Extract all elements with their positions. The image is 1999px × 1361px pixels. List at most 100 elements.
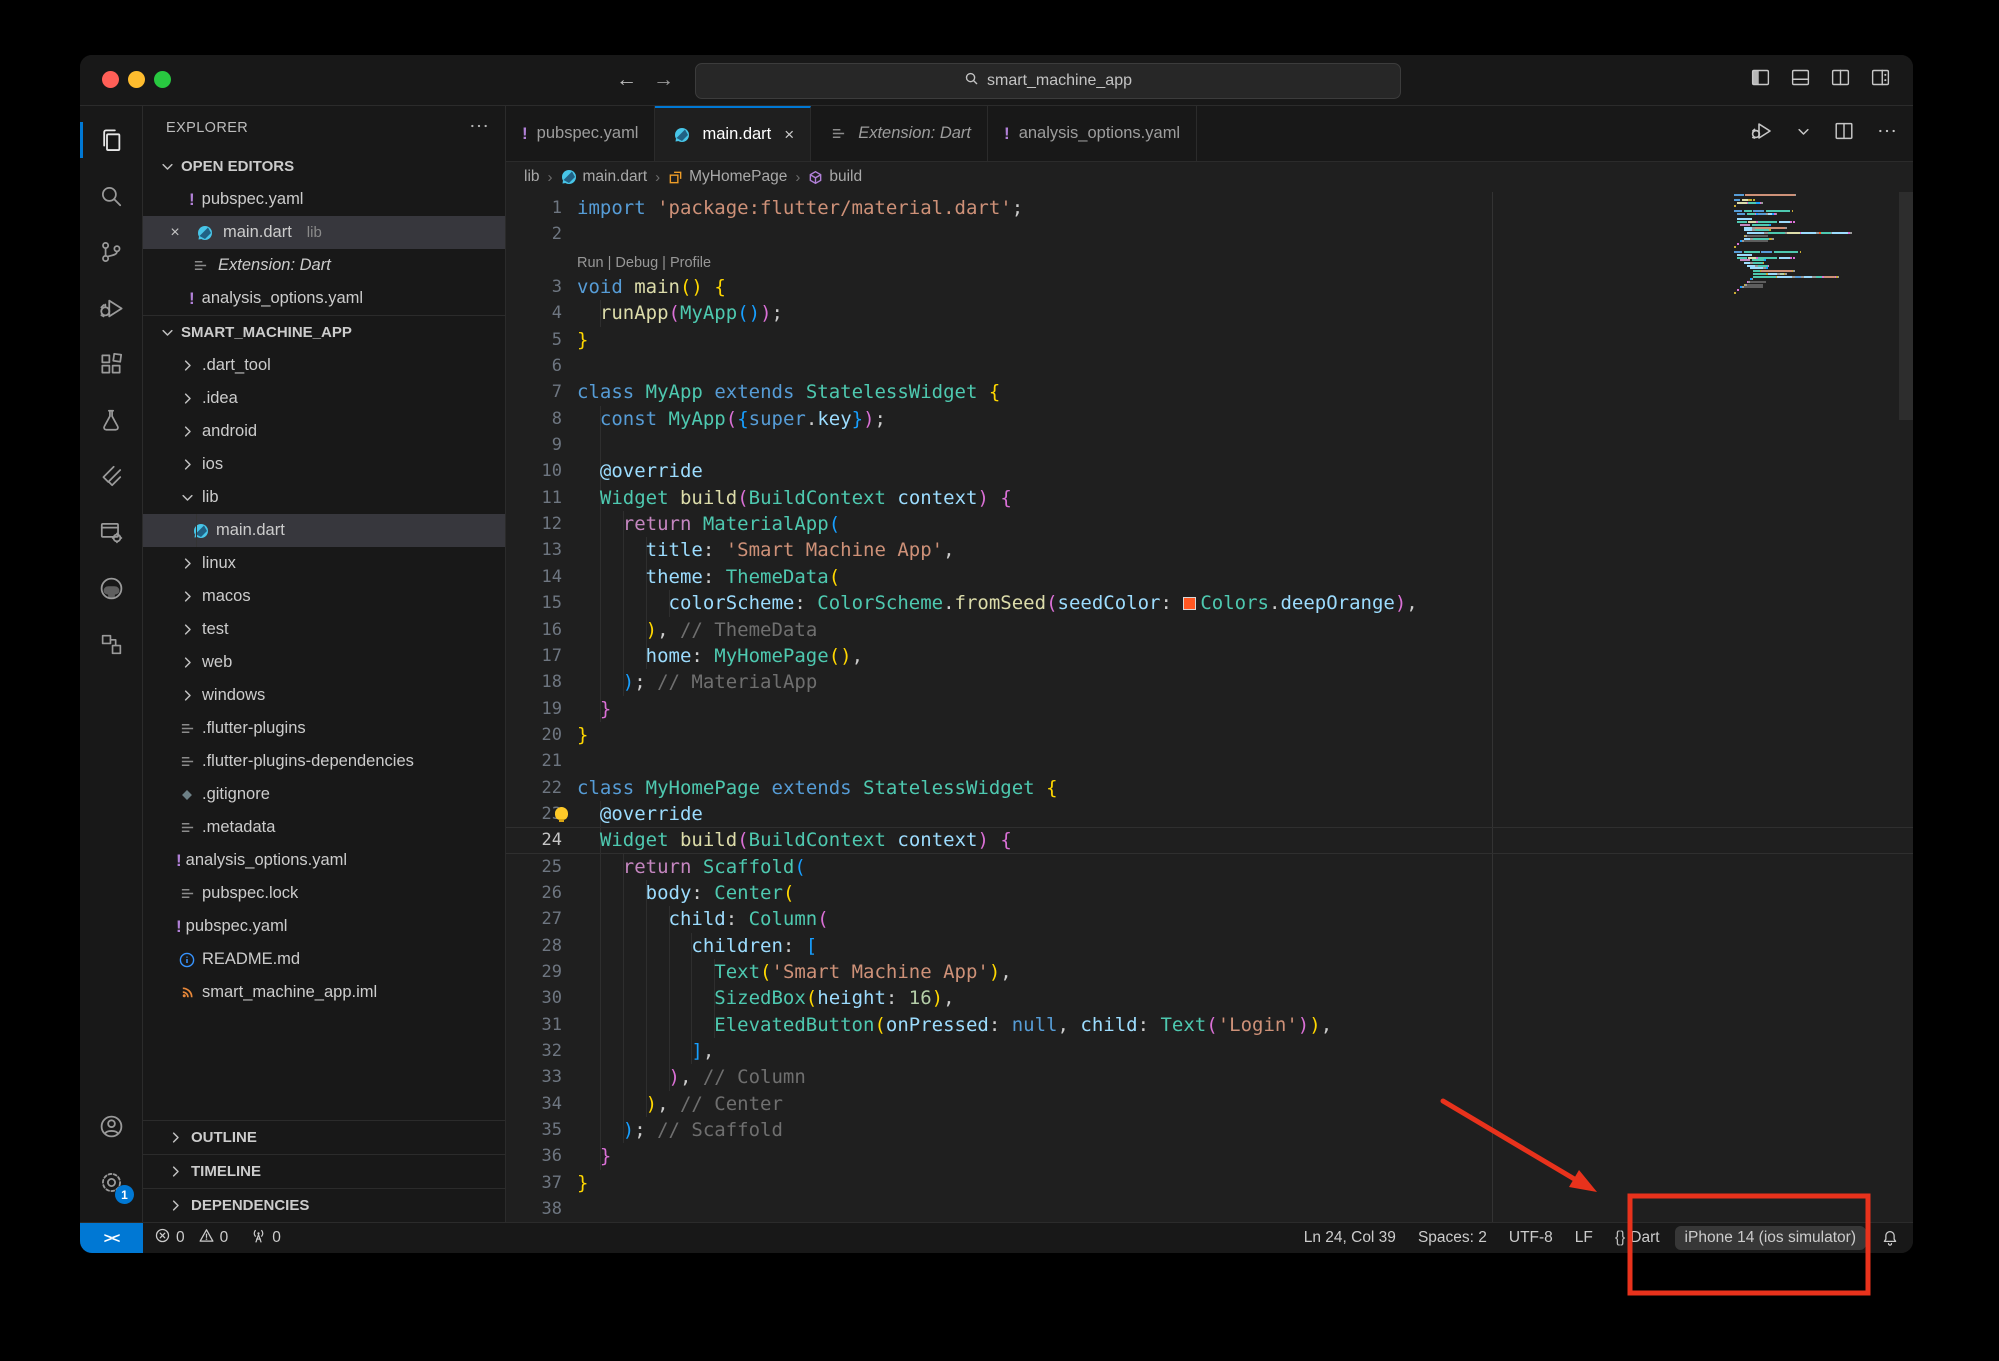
tree-file-README-md[interactable]: README.md bbox=[143, 943, 505, 976]
code-line[interactable]: 20} bbox=[506, 722, 1913, 748]
back-icon[interactable]: ← bbox=[616, 68, 637, 92]
problems-indicator[interactable]: 00 bbox=[143, 1223, 239, 1253]
code-line[interactable]: 25 return Scaffold( bbox=[506, 854, 1913, 880]
code-line[interactable]: 21 bbox=[506, 748, 1913, 774]
code-line[interactable]: 23 @override bbox=[506, 801, 1913, 827]
code-line[interactable]: 31 ElevatedButton(onPressed: null, child… bbox=[506, 1012, 1913, 1038]
indentation[interactable]: Spaces: 2 bbox=[1407, 1223, 1498, 1253]
lightbulb-icon[interactable] bbox=[555, 807, 568, 820]
language-mode[interactable]: {}Dart bbox=[1604, 1223, 1671, 1253]
activity-accounts[interactable] bbox=[80, 1098, 142, 1154]
tree-folder-linux[interactable]: linux bbox=[143, 547, 505, 580]
customize-layout-icon[interactable] bbox=[1870, 67, 1891, 93]
activity-remote-explorer[interactable] bbox=[80, 616, 142, 672]
toggle-sidebar-icon[interactable] bbox=[1750, 67, 1771, 93]
tree-folder-ios[interactable]: ios bbox=[143, 448, 505, 481]
open-editor-item[interactable]: ×main.dartlib bbox=[143, 216, 505, 249]
tree-folder--dart-tool[interactable]: .dart_tool bbox=[143, 349, 505, 382]
remote-indicator[interactable]: >< bbox=[80, 1223, 143, 1253]
close-button[interactable] bbox=[102, 71, 119, 88]
tree-file--flutter-plugins[interactable]: .flutter-plugins bbox=[143, 712, 505, 745]
code-line[interactable]: 29 Text('Smart Machine App'), bbox=[506, 959, 1913, 985]
code-line[interactable]: 11 Widget build(BuildContext context) { bbox=[506, 485, 1913, 511]
code-line[interactable]: 32 ], bbox=[506, 1038, 1913, 1064]
code-editor[interactable]: 1import 'package:flutter/material.dart';… bbox=[506, 192, 1913, 1222]
run-or-debug-icon[interactable] bbox=[1750, 119, 1774, 148]
tab-analysis-options-yaml[interactable]: !analysis_options.yaml bbox=[988, 106, 1197, 161]
tree-folder-android[interactable]: android bbox=[143, 415, 505, 448]
tree-file--metadata[interactable]: .metadata bbox=[143, 811, 505, 844]
tree-folder-lib[interactable]: lib bbox=[143, 481, 505, 514]
code-line[interactable]: 16 ), // ThemeData bbox=[506, 617, 1913, 643]
code-line[interactable]: 3void main() { bbox=[506, 274, 1913, 300]
more-actions-icon[interactable] bbox=[1877, 121, 1897, 146]
scrollbar[interactable] bbox=[1899, 192, 1913, 420]
breadcrumb-item[interactable]: main.dart bbox=[561, 168, 648, 186]
tree-file--flutter-plugins-dependencies[interactable]: .flutter-plugins-dependencies bbox=[143, 745, 505, 778]
code-line[interactable]: 13 title: 'Smart Machine App', bbox=[506, 537, 1913, 563]
open-editor-item[interactable]: !analysis_options.yaml bbox=[143, 282, 505, 315]
code-line[interactable]: 30 SizedBox(height: 16), bbox=[506, 985, 1913, 1011]
chevron-down-icon[interactable] bbox=[1796, 124, 1811, 144]
panel-dependencies[interactable]: DEPENDENCIES bbox=[143, 1188, 505, 1222]
tree-file-main-dart[interactable]: main.dart bbox=[143, 514, 505, 547]
tree-folder-windows[interactable]: windows bbox=[143, 679, 505, 712]
minimize-button[interactable] bbox=[128, 71, 145, 88]
eol[interactable]: LF bbox=[1564, 1223, 1604, 1253]
code-line[interactable]: 36 } bbox=[506, 1143, 1913, 1169]
close-icon[interactable]: × bbox=[163, 224, 187, 242]
notifications-bell-icon[interactable] bbox=[1870, 1223, 1913, 1253]
activity-search[interactable] bbox=[80, 168, 142, 224]
tree-folder-web[interactable]: web bbox=[143, 646, 505, 679]
activity-explorer[interactable] bbox=[80, 112, 142, 168]
panel-outline[interactable]: OUTLINE bbox=[143, 1120, 505, 1154]
activity-github[interactable] bbox=[80, 560, 142, 616]
tree-folder-macos[interactable]: macos bbox=[143, 580, 505, 613]
code-line[interactable]: 28 children: [ bbox=[506, 933, 1913, 959]
encoding[interactable]: UTF-8 bbox=[1498, 1223, 1564, 1253]
close-icon[interactable]: × bbox=[784, 125, 794, 145]
section-project[interactable]: SMART_MACHINE_APP bbox=[143, 315, 505, 349]
more-actions-icon[interactable] bbox=[469, 116, 489, 140]
code-line[interactable]: 1import 'package:flutter/material.dart'; bbox=[506, 195, 1913, 221]
activity-app-tools[interactable] bbox=[80, 504, 142, 560]
code-line[interactable]: 14 theme: ThemeData( bbox=[506, 564, 1913, 590]
tab-Extension-Dart[interactable]: Extension: Dart bbox=[811, 106, 988, 161]
tree-file--gitignore[interactable]: .gitignore bbox=[143, 778, 505, 811]
code-line[interactable]: 22class MyHomePage extends StatelessWidg… bbox=[506, 775, 1913, 801]
activity-source-control[interactable] bbox=[80, 224, 142, 280]
activity-flutter[interactable] bbox=[80, 448, 142, 504]
tree-file-smart-machine-app-iml[interactable]: smart_machine_app.iml bbox=[143, 976, 505, 1009]
code-line[interactable]: 18 ); // MaterialApp bbox=[506, 669, 1913, 695]
code-line[interactable]: 5} bbox=[506, 327, 1913, 353]
cursor-position[interactable]: Ln 24, Col 39 bbox=[1293, 1223, 1407, 1253]
tab-main-dart[interactable]: main.dart× bbox=[655, 106, 811, 161]
breadcrumb-item[interactable]: build bbox=[808, 168, 862, 186]
code-line[interactable]: 37} bbox=[506, 1170, 1913, 1196]
activity-run-and-debug[interactable] bbox=[80, 280, 142, 336]
open-editor-item[interactable]: Extension: Dart bbox=[143, 249, 505, 282]
activity-testing[interactable] bbox=[80, 392, 142, 448]
code-line[interactable]: 6 bbox=[506, 353, 1913, 379]
code-line[interactable]: 15 colorScheme: ColorScheme.fromSeed(see… bbox=[506, 590, 1913, 616]
code-line[interactable]: 10 @override bbox=[506, 458, 1913, 484]
section-open-editors[interactable]: OPEN EDITORS bbox=[143, 150, 505, 183]
code-line[interactable]: 8 const MyApp({super.key}); bbox=[506, 406, 1913, 432]
code-line[interactable]: 38 bbox=[506, 1196, 1913, 1222]
ports-indicator[interactable]: 0 bbox=[239, 1223, 292, 1253]
tree-folder--idea[interactable]: .idea bbox=[143, 382, 505, 415]
tree-file-pubspec-lock[interactable]: pubspec.lock bbox=[143, 877, 505, 910]
forward-icon[interactable]: → bbox=[653, 68, 674, 92]
code-line[interactable]: 17 home: MyHomePage(), bbox=[506, 643, 1913, 669]
breadcrumb-item[interactable]: MyHomePage bbox=[668, 168, 787, 186]
open-editor-item[interactable]: !pubspec.yaml bbox=[143, 183, 505, 216]
device-selector[interactable]: iPhone 14 (ios simulator) bbox=[1675, 1226, 1866, 1250]
tree-folder-test[interactable]: test bbox=[143, 613, 505, 646]
tree-file-analysis-options-yaml[interactable]: !analysis_options.yaml bbox=[143, 844, 505, 877]
panel-timeline[interactable]: TIMELINE bbox=[143, 1154, 505, 1188]
tree-file-pubspec-yaml[interactable]: !pubspec.yaml bbox=[143, 910, 505, 943]
code-line[interactable]: 7class MyApp extends StatelessWidget { bbox=[506, 379, 1913, 405]
activity-extensions[interactable] bbox=[80, 336, 142, 392]
code-line[interactable]: 2 bbox=[506, 221, 1913, 247]
code-line[interactable]: 27 child: Column( bbox=[506, 906, 1913, 932]
